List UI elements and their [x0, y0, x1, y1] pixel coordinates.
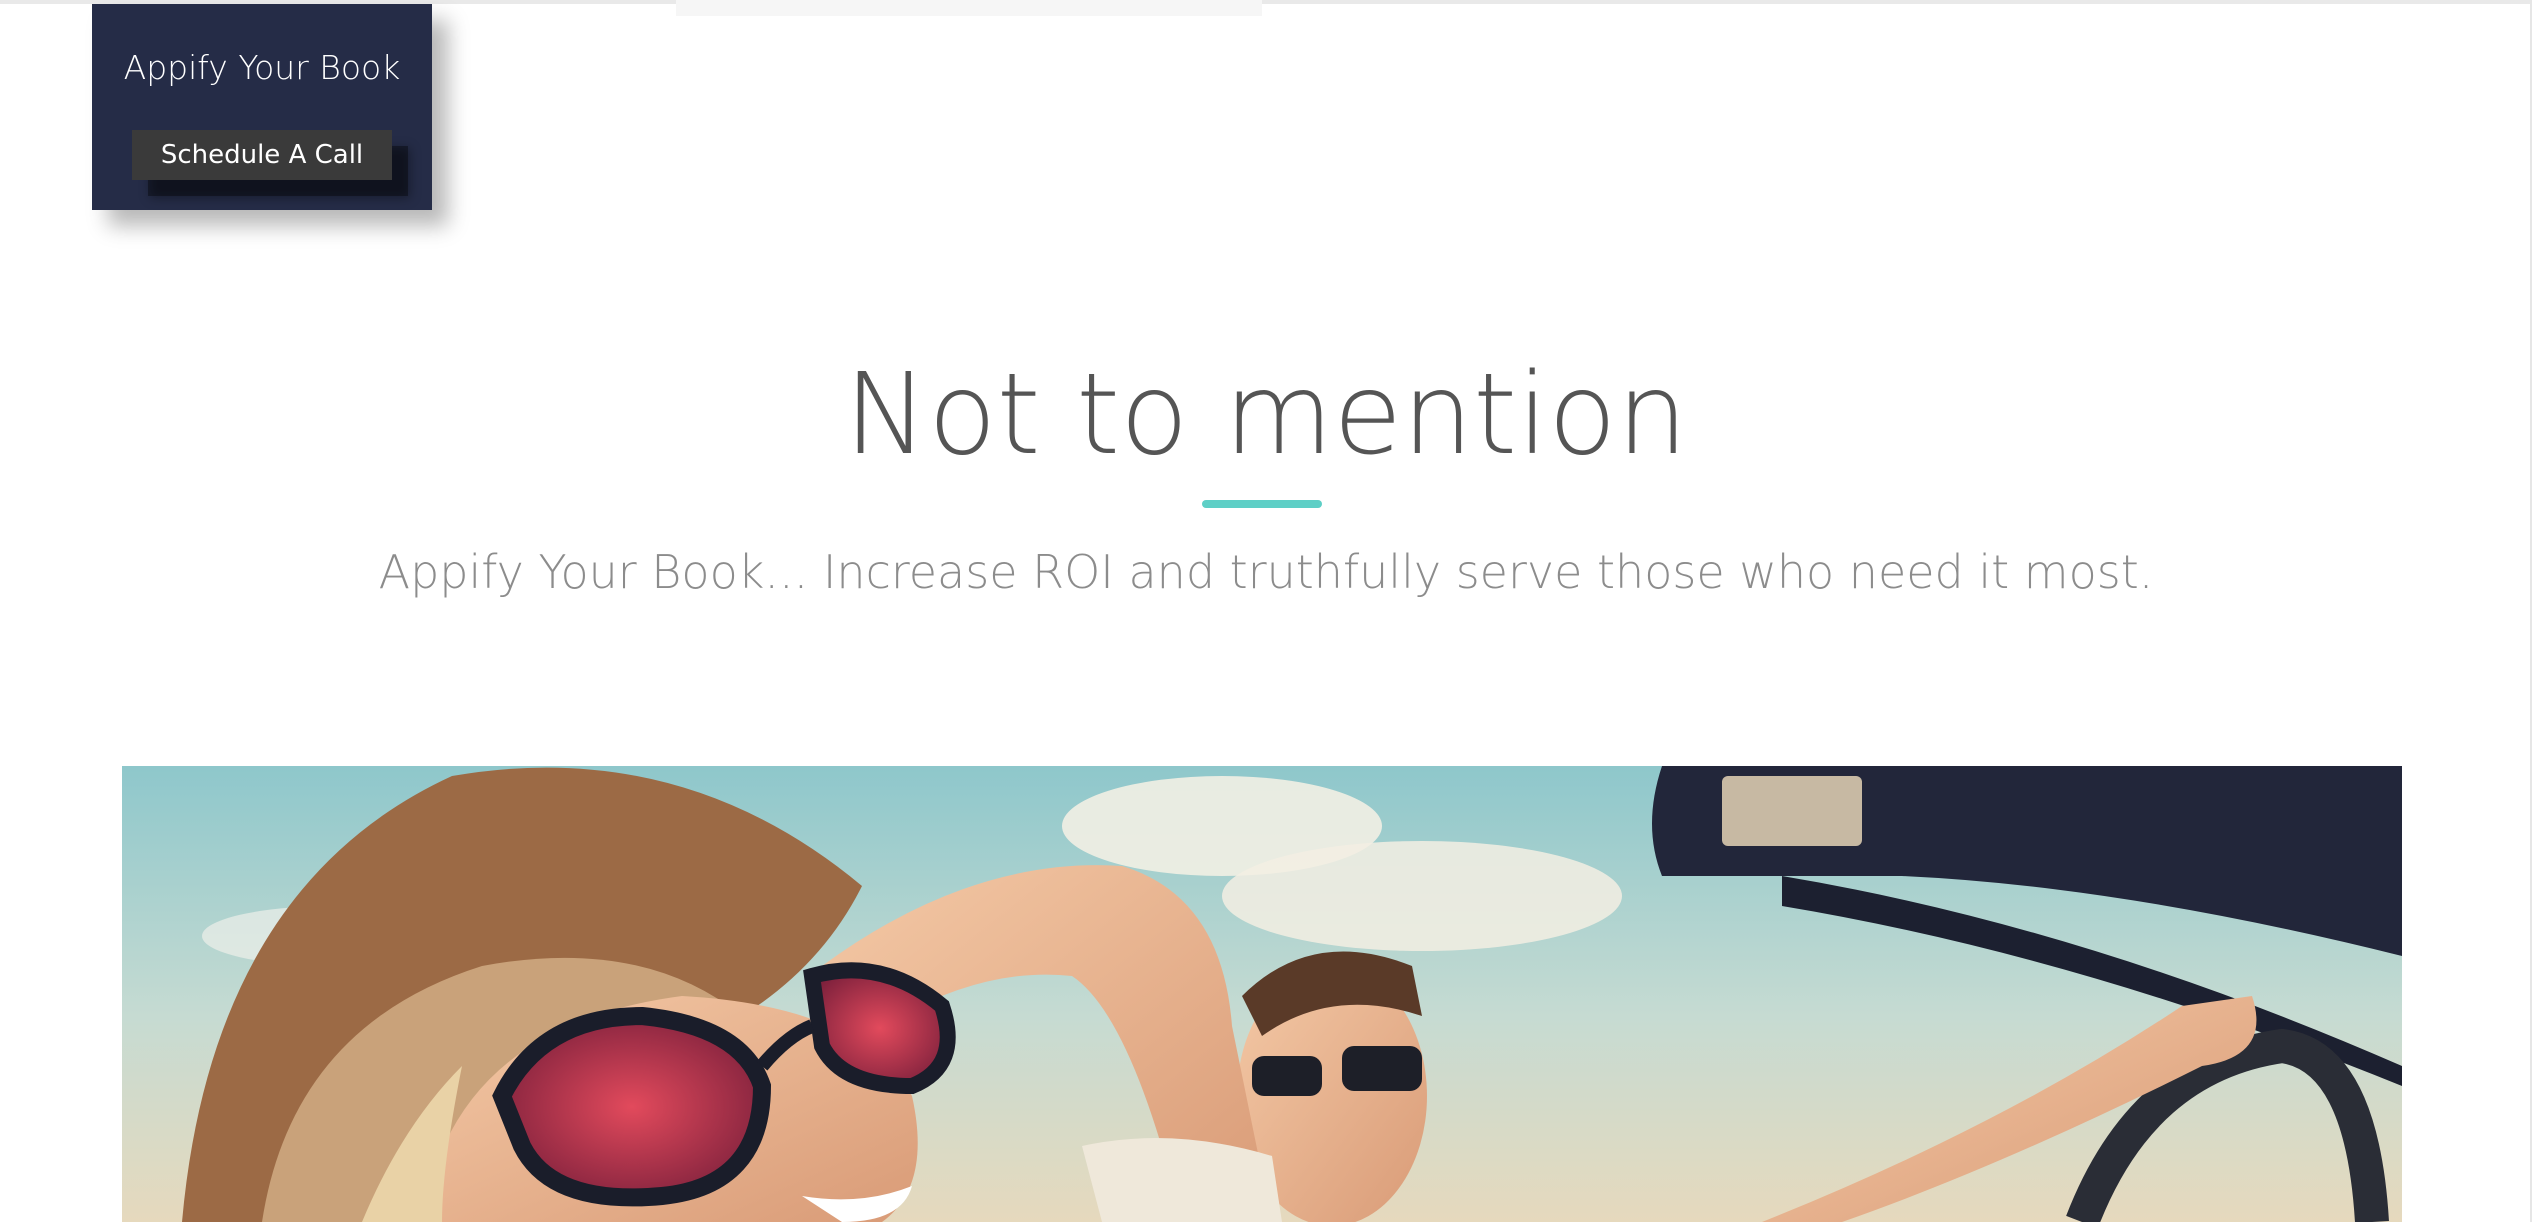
promo-box: Appify Your Book Schedule A Call: [92, 4, 432, 210]
hero-image: [122, 766, 2402, 1222]
schedule-call-button[interactable]: Schedule A Call: [132, 130, 392, 180]
heading-underline: [1202, 500, 1322, 508]
section-subtitle: Appify Your Book... Increase ROI and tru…: [378, 545, 2154, 599]
promo-title: Appify Your Book: [123, 48, 401, 87]
section-heading: Not to mention: [844, 350, 1688, 480]
top-tab-strip: [676, 0, 1262, 16]
